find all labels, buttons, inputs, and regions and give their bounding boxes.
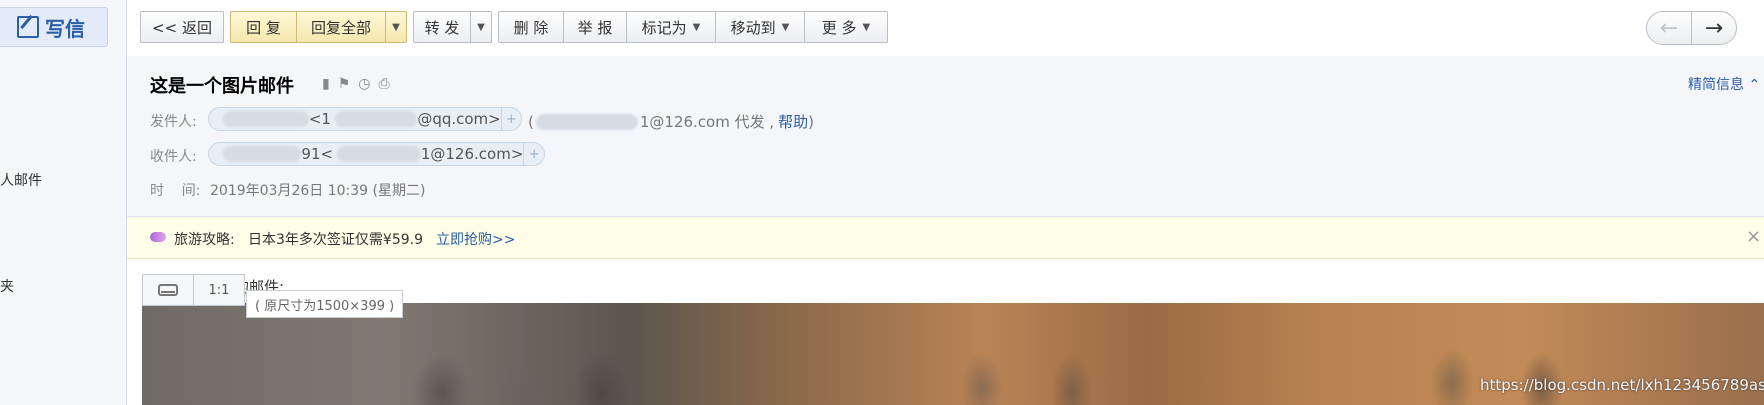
- mark-as-button[interactable]: 标记为 ▼: [626, 11, 716, 43]
- redacted-recipient-name: [223, 146, 302, 162]
- ad-link[interactable]: 立即抢购>>: [436, 229, 515, 249]
- help-link[interactable]: 帮助: [778, 111, 808, 132]
- original-size-button[interactable]: 1:1: [193, 275, 244, 305]
- compose-label: 写信: [45, 16, 85, 41]
- compose-icon: [17, 16, 39, 38]
- sidebar: 写信 人邮件 夹: [0, 0, 127, 405]
- mail-navigation: ← →: [1646, 11, 1737, 45]
- print-icon[interactable]: ⎙: [379, 76, 390, 92]
- forward-button[interactable]: 转 发: [413, 11, 471, 43]
- sender-domain: @qq.com>: [417, 110, 501, 128]
- compose-button[interactable]: 写信: [0, 7, 108, 47]
- image-size-tooltip: ( 原尺寸为1500×399 ): [246, 290, 404, 318]
- redacted-proxy-address: [535, 113, 638, 130]
- delete-button[interactable]: 删 除: [498, 11, 564, 43]
- chevron-down-icon: ▼: [692, 21, 701, 33]
- move-to-button[interactable]: 移动到 ▼: [715, 11, 805, 43]
- add-contact-icon[interactable]: +: [500, 108, 521, 130]
- save-image-button[interactable]: [143, 275, 193, 305]
- sender-pill[interactable]: <1 @qq.com> +: [208, 107, 522, 131]
- more-label: 更 多: [821, 18, 857, 37]
- more-button[interactable]: 更 多 ▼: [804, 11, 888, 43]
- sender-label: 发件人:: [150, 114, 197, 130]
- reply-all-button[interactable]: 回复全部: [296, 11, 386, 43]
- redacted-recipient-address: [337, 146, 421, 162]
- chevron-down-icon: ▼: [862, 21, 871, 33]
- forward-group: 转 发 ▼: [413, 11, 492, 45]
- mail-toolbar: << 返回 回 复 回复全部 ▼ 转 发 ▼ 删 除 举 报 标记为 ▼ 移动到…: [140, 11, 888, 45]
- sender-proxy: ( 1@126.com 代发 , 帮助 ): [528, 111, 814, 132]
- next-mail-button[interactable]: →: [1691, 11, 1737, 45]
- flag-icon[interactable]: ⚑: [338, 76, 351, 92]
- time-label: 时 间:: [150, 183, 201, 199]
- sender-proxy-prefix: (: [528, 112, 534, 131]
- recipient-visible-text: 91<: [301, 145, 334, 163]
- ad-label: 旅游攻略:: [174, 232, 235, 248]
- forward-dropdown-button[interactable]: ▼: [470, 11, 492, 43]
- sidebar-item-mail[interactable]: 人邮件: [0, 170, 42, 190]
- mark-as-label: 标记为: [641, 18, 687, 37]
- time-value: 2019年03月26日 10:39 (星期二): [210, 183, 426, 199]
- chevron-down-icon: ▼: [392, 21, 400, 33]
- prev-mail-button[interactable]: ←: [1646, 11, 1692, 45]
- close-icon[interactable]: ×: [1746, 226, 1761, 247]
- ad-icon: [150, 232, 166, 242]
- chevron-up-icon: ⌃: [1748, 77, 1761, 93]
- ad-text: 日本3年多次签证仅需¥59.9: [248, 232, 423, 248]
- recipient-label: 收件人:: [150, 149, 197, 165]
- action-group: 删 除 举 报 标记为 ▼ 移动到 ▼ 更 多 ▼: [498, 11, 888, 45]
- subject-actions: ▮ ⚑ ◷ ⎙: [322, 76, 390, 92]
- save-icon: [158, 284, 178, 296]
- sender-proxy-tail: 1@126.com 代发 ,: [639, 113, 775, 131]
- mail-subject: 这是一个图片邮件: [150, 76, 294, 97]
- reply-dropdown-button[interactable]: ▼: [385, 11, 407, 43]
- sender-visible-text: <1: [308, 110, 331, 128]
- report-button[interactable]: 举 报: [563, 11, 627, 43]
- redacted-sender-name: [223, 111, 309, 127]
- clock-icon[interactable]: ◷: [358, 76, 370, 92]
- move-to-label: 移动到: [730, 18, 776, 37]
- recipient-domain: 1@126.com>: [420, 145, 524, 163]
- redacted-sender-address: [334, 111, 418, 127]
- watermark: https://blog.csdn.net/lxh123456789asd: [1480, 376, 1764, 394]
- reply-group: 回 复 回复全部 ▼: [230, 11, 407, 45]
- image-toolbar: 1:1: [142, 274, 245, 306]
- sidebar-item-folder[interactable]: 夹: [0, 276, 14, 296]
- back-button[interactable]: << 返回: [140, 11, 224, 43]
- reply-button[interactable]: 回 复: [230, 11, 297, 43]
- chevron-down-icon: ▼: [477, 21, 485, 33]
- collapse-label: 精简信息: [1688, 77, 1744, 93]
- bookmark-icon[interactable]: ▮: [322, 76, 330, 92]
- chevron-down-icon: ▼: [781, 21, 790, 33]
- sender-proxy-close: ): [808, 112, 815, 131]
- collapse-header-link[interactable]: 精简信息 ⌃: [1688, 74, 1760, 94]
- recipient-pill[interactable]: 91< 1@126.com> +: [208, 142, 545, 166]
- add-contact-icon[interactable]: +: [523, 143, 544, 165]
